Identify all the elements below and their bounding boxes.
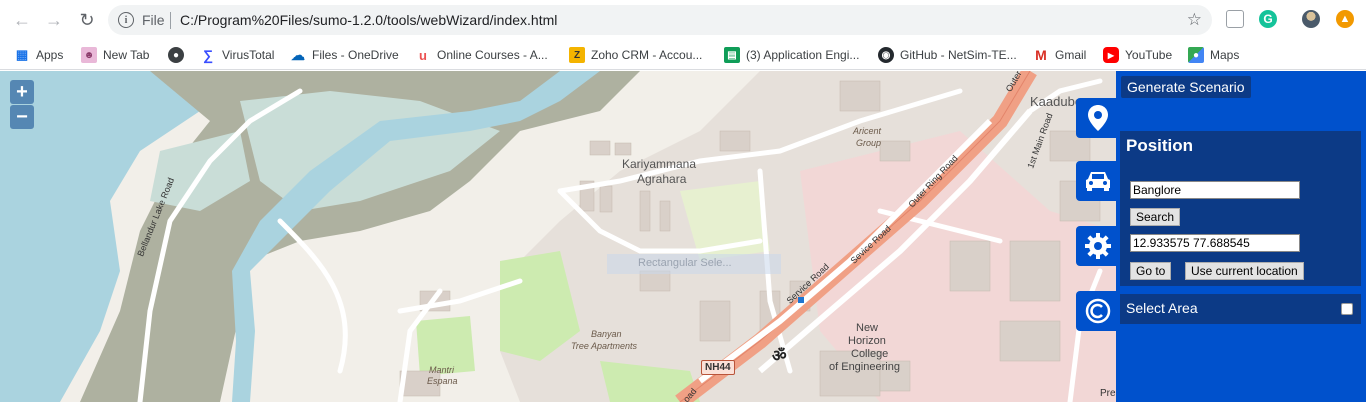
forward-icon[interactable]: →: [42, 8, 66, 32]
site-info-icon[interactable]: i: [118, 12, 134, 28]
bookmark-globe[interactable]: ●: [168, 44, 184, 66]
copyright-icon: [1085, 298, 1111, 324]
bookmark-maps[interactable]: ● Maps: [1188, 44, 1239, 66]
url-separator: [170, 12, 171, 29]
select-area-row: Select Area: [1120, 294, 1361, 324]
browser-toolbar: ← → ↻ i File C:/Program%20Files/sumo-1.2…: [0, 0, 1366, 40]
zoom-out-button[interactable]: −: [10, 105, 34, 129]
car-icon: [1086, 172, 1110, 191]
poi-label: Tree Apartments: [571, 341, 638, 351]
map-canvas[interactable]: [0, 71, 1116, 402]
bookmark-label: (3) Application Engi...: [746, 48, 860, 62]
bookmark-star-icon[interactable]: ☆: [1187, 10, 1202, 30]
place-label: Kariyammana: [622, 157, 697, 171]
tab-copyright[interactable]: [1076, 291, 1120, 331]
coordinates-input[interactable]: [1130, 234, 1300, 252]
sheets-icon: ▤: [724, 47, 740, 63]
tab-position[interactable]: [1076, 98, 1120, 138]
grammarly-extension-icon[interactable]: G: [1259, 10, 1277, 28]
zoom-in-button[interactable]: +: [10, 80, 34, 104]
rectangular-select-label: Rectangular Sele...: [638, 257, 732, 269]
zoho-icon: Z: [569, 47, 585, 63]
bookmark-zoho[interactable]: Z Zoho CRM - Accou...: [569, 44, 702, 66]
temple-icon: ॐ: [772, 348, 787, 365]
url-text[interactable]: C:/Program%20Files/sumo-1.2.0/tools/webW…: [180, 12, 557, 28]
udemy-icon: u: [419, 47, 427, 63]
wizard-panel: Generate Scenario Position Banglore Sear…: [1076, 71, 1366, 402]
youtube-icon: ▶: [1103, 47, 1119, 63]
bookmark-youtube[interactable]: ▶ YouTube: [1103, 44, 1172, 66]
poi-label: Mantri: [429, 365, 455, 375]
select-area-checkbox[interactable]: [1341, 303, 1353, 315]
bookmark-label: Gmail: [1055, 48, 1087, 62]
position-title: Position: [1126, 136, 1194, 155]
address-bar[interactable]: i File C:/Program%20Files/sumo-1.2.0/too…: [108, 5, 1212, 35]
gmail-icon: M: [1035, 47, 1047, 63]
poi-label: Espana: [427, 376, 458, 386]
poi-label: Horizon: [848, 335, 886, 347]
virustotal-icon: ∑: [203, 47, 213, 63]
bookmark-apps[interactable]: ▦ Apps: [14, 44, 64, 66]
url-scheme: File: [142, 12, 165, 28]
bookmark-udemy[interactable]: u Online Courses - A...: [415, 44, 548, 66]
bookmark-label: VirusTotal: [222, 48, 275, 62]
onedrive-icon: ☁: [291, 46, 305, 63]
poi-label: of Engineering: [829, 361, 900, 373]
maps-icon: ●: [1188, 47, 1204, 63]
bookmark-label: Online Courses - A...: [437, 48, 548, 62]
goto-button[interactable]: Go to: [1130, 262, 1172, 280]
bookmark-newtab[interactable]: ☻ New Tab: [81, 44, 149, 66]
apps-grid-icon: ▦: [15, 47, 29, 62]
newtab-icon: ☻: [81, 47, 97, 63]
generate-scenario-button[interactable]: Generate Scenario: [1121, 76, 1251, 98]
select-area-label: Select Area: [1126, 300, 1198, 316]
highway-shield: NH44: [701, 360, 735, 375]
place-label: Agrahara: [637, 172, 687, 186]
bookmark-label: New Tab: [103, 48, 150, 62]
position-section: Position Search Go to Use current locati…: [1120, 131, 1361, 286]
bookmark-label: GitHub - NetSim-TE...: [900, 48, 1017, 62]
globe-icon: ●: [168, 47, 184, 63]
map-view[interactable]: Kariyammana Agrahara Kaadubees Aricent G…: [0, 71, 1116, 402]
tab-settings[interactable]: [1076, 226, 1120, 266]
use-current-location-button[interactable]: Use current location: [1185, 262, 1304, 280]
bookmark-label: Zoho CRM - Accou...: [591, 48, 703, 62]
map-marker-icon: [1088, 105, 1108, 131]
poi-label: Banyan: [591, 329, 622, 339]
bookmark-label: Maps: [1210, 48, 1240, 62]
search-button[interactable]: Search: [1130, 208, 1181, 226]
bookmark-label: YouTube: [1125, 48, 1173, 62]
back-icon[interactable]: ←: [10, 8, 34, 32]
gear-icon: [1085, 233, 1111, 259]
bookmark-github[interactable]: ◉ GitHub - NetSim-TE...: [878, 44, 1017, 66]
location-search-input[interactable]: [1130, 181, 1300, 199]
reload-icon[interactable]: ↻: [75, 8, 99, 32]
tab-vehicles[interactable]: [1076, 161, 1120, 201]
poi-label: New: [856, 322, 879, 334]
bookmark-label: Files - OneDrive: [312, 48, 399, 62]
poi-label: Aricent: [853, 126, 882, 136]
pocket-extension-icon[interactable]: [1226, 10, 1244, 28]
place-label: Pre: [1100, 388, 1116, 399]
poi-label: College: [851, 348, 889, 360]
bookmark-label: Apps: [36, 48, 64, 62]
poi-label: Group: [856, 138, 882, 148]
bookmark-virustotal[interactable]: ∑ VirusTotal: [200, 44, 274, 66]
bookmark-gmail[interactable]: M Gmail: [1033, 44, 1086, 66]
bookmarks-bar: ▦ Apps ☻ New Tab ● ∑ VirusTotal ☁ Files …: [0, 40, 1366, 70]
github-icon: ◉: [878, 47, 894, 63]
bookmark-onedrive[interactable]: ☁ Files - OneDrive: [290, 44, 399, 66]
extension-icon[interactable]: ▲: [1336, 10, 1354, 28]
profile-avatar[interactable]: [1302, 10, 1320, 28]
bookmark-sheets[interactable]: ▤ (3) Application Engi...: [724, 44, 859, 66]
